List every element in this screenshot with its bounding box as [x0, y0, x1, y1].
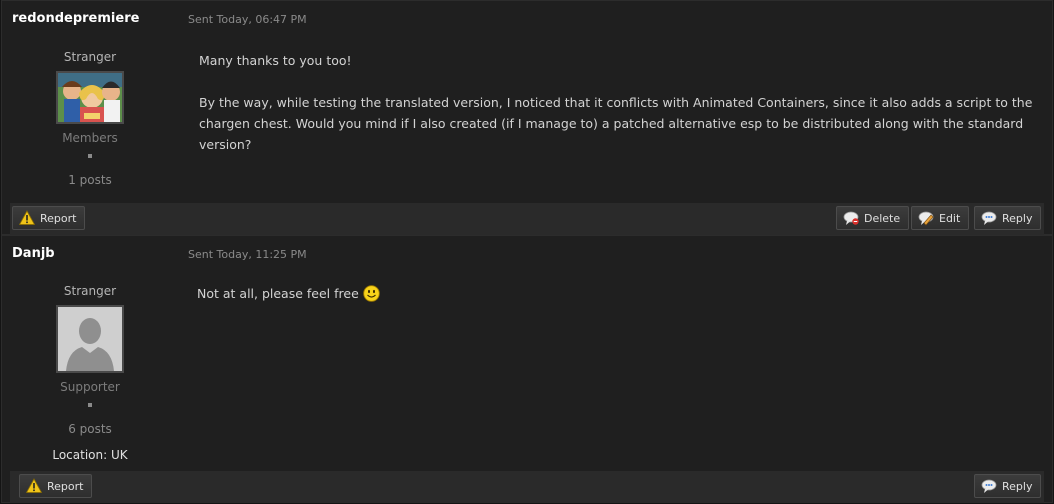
post-header: Danjb Sent Today, 11:25 PM	[2, 236, 1052, 272]
avatar[interactable]	[56, 71, 124, 124]
author-group: Supporter	[60, 380, 120, 394]
author-name[interactable]: redondepremiere	[12, 11, 139, 26]
smiley-icon	[363, 285, 380, 302]
reply-label: Reply	[1002, 211, 1033, 225]
author-info: Stranger Supporter 6 posts Location: UK	[2, 283, 178, 463]
reply-button[interactable]: Reply	[974, 206, 1042, 230]
author-name[interactable]: Danjb	[12, 246, 55, 261]
report-label: Report	[47, 479, 84, 493]
post-header: redondepremiere Sent Today, 06:47 PM	[2, 1, 1052, 37]
warning-icon	[26, 478, 42, 493]
delete-bubble-icon	[843, 211, 859, 225]
avatar[interactable]	[56, 305, 124, 373]
report-button[interactable]: Report	[19, 474, 93, 498]
edit-button[interactable]: Edit	[911, 206, 970, 230]
post-paragraph: Many thanks to you too!	[199, 53, 352, 68]
reply-bubble-icon	[981, 211, 997, 225]
warning-icon	[19, 210, 35, 225]
reply-button[interactable]: Reply	[974, 474, 1042, 498]
post-body: Many thanks to you too! By the way, whil…	[199, 50, 1040, 176]
edit-bubble-icon	[918, 211, 934, 226]
reply-label: Reply	[1002, 479, 1033, 493]
post-body: Not at all, please feel free	[197, 283, 1042, 325]
post-text: Not at all, please feel free	[197, 286, 359, 301]
report-button[interactable]: Report	[12, 206, 86, 230]
edit-label: Edit	[939, 211, 961, 225]
delete-label: Delete	[864, 211, 901, 225]
sent-date: Sent Today, 06:47 PM	[188, 13, 307, 26]
author-group: Members	[62, 131, 118, 145]
post-paragraph: Not at all, please feel free	[197, 283, 1042, 304]
author-rank: Stranger	[63, 284, 117, 298]
post-controls: Report Delete Edit Reply	[10, 203, 1044, 235]
delete-button[interactable]: Delete	[836, 206, 910, 230]
author-info: Stranger Members 1 posts	[2, 49, 178, 188]
post-controls: Report Reply	[10, 471, 1044, 503]
default-avatar-icon	[58, 307, 122, 371]
message-post: Danjb Sent Today, 11:25 PM Stranger Supp…	[1, 235, 1053, 503]
author-location: Location: UK	[52, 448, 128, 462]
message-post: redondepremiere Sent Today, 06:47 PM Str…	[1, 0, 1053, 235]
reply-bubble-icon	[981, 479, 997, 493]
divider-dot	[88, 154, 92, 158]
post-count: 1 posts	[68, 173, 112, 187]
author-rank: Stranger	[63, 50, 117, 64]
post-count: 6 posts	[68, 422, 112, 436]
divider-dot	[88, 403, 92, 407]
post-paragraph: By the way, while testing the translated…	[199, 95, 1033, 152]
report-label: Report	[40, 211, 77, 225]
sent-date: Sent Today, 11:25 PM	[188, 248, 307, 261]
